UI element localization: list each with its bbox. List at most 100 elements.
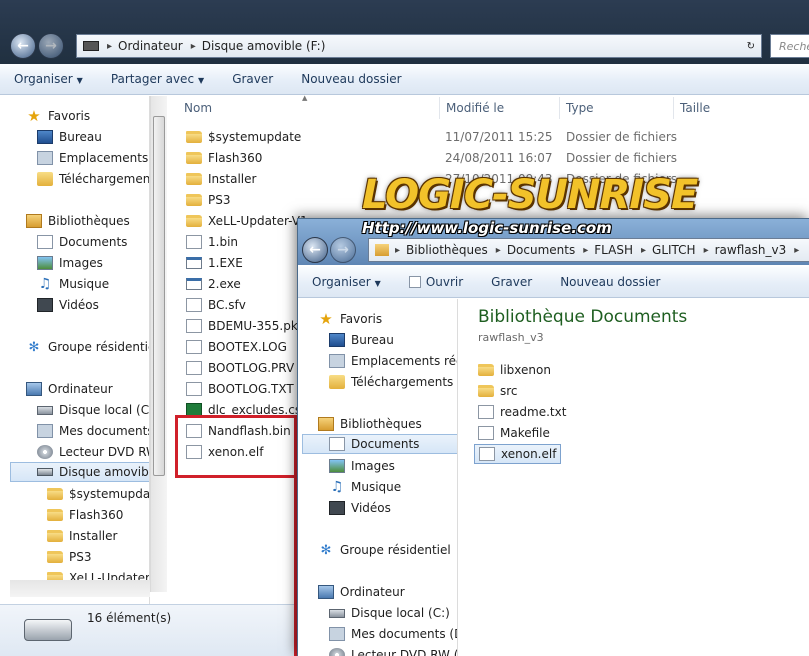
- chevron-down-icon: ▼: [198, 76, 205, 85]
- address-bar[interactable]: ▸ Ordinateur ▸ Disque amovible (F:) ↻: [76, 34, 762, 58]
- nav-videos[interactable]: Vidéos: [329, 498, 391, 518]
- nav-documents[interactable]: Documents: [37, 232, 127, 252]
- nav-music[interactable]: ♫ Musique: [37, 274, 109, 294]
- back-button[interactable]: ←: [10, 33, 36, 59]
- nav-images[interactable]: Images: [329, 456, 395, 476]
- item-count: 16 élément(s): [87, 611, 172, 625]
- file-row[interactable]: src: [478, 381, 518, 401]
- file-row[interactable]: xenon.elf: [474, 444, 562, 464]
- file-icon: [479, 447, 495, 461]
- file-name: PS3: [208, 193, 231, 207]
- nav-label: Vidéos: [351, 501, 391, 515]
- back-button[interactable]: ←: [302, 237, 328, 263]
- nav-libraries[interactable]: Bibliothèques: [26, 211, 130, 231]
- nav-documents[interactable]: Documents: [302, 434, 457, 454]
- nav-sub-folder[interactable]: PS3: [47, 547, 92, 567]
- nav-local-disk[interactable]: Disque local (C:): [329, 603, 450, 623]
- scrollbar-thumb[interactable]: [153, 116, 165, 476]
- folder-icon: [186, 131, 202, 143]
- new-folder-button[interactable]: Nouveau dossier: [287, 72, 415, 86]
- nav-computer[interactable]: Ordinateur: [26, 379, 113, 399]
- nav-desktop[interactable]: Bureau: [329, 330, 394, 350]
- file-row[interactable]: readme.txt: [478, 402, 566, 422]
- column-size[interactable]: Taille: [674, 97, 774, 119]
- file-type: Dossier de fichiers: [566, 151, 678, 165]
- column-type[interactable]: Type: [560, 97, 674, 119]
- burn-button[interactable]: Graver: [218, 72, 287, 86]
- nav-music[interactable]: ♫ Musique: [329, 477, 401, 497]
- library-icon: [318, 417, 334, 431]
- nav-my-documents[interactable]: Mes documents: [37, 421, 149, 441]
- logo-url: Http://www.logic-sunrise.com: [362, 219, 612, 237]
- nav-local-disk[interactable]: Disque local (C:): [37, 400, 149, 420]
- homegroup-icon: ✻: [320, 542, 332, 558]
- file-name: BOOTLOG.TXT: [208, 382, 294, 396]
- nav-horizontal-scrollbar[interactable]: [10, 580, 150, 597]
- nav-downloads[interactable]: Téléchargements: [329, 372, 453, 392]
- dvd-drive-icon: [37, 445, 53, 459]
- open-label: Ouvrir: [425, 275, 464, 289]
- nav-libraries[interactable]: Bibliothèques: [318, 414, 422, 434]
- nav-dvd[interactable]: Lecteur DVD RW (E:): [329, 645, 457, 656]
- nav-images[interactable]: Images: [37, 253, 103, 273]
- nav-my-documents[interactable]: Mes documents (D:): [329, 624, 457, 644]
- nav-recent[interactable]: Emplacements récents: [37, 148, 149, 168]
- nav-label: Emplacements récents: [351, 354, 457, 368]
- chevron-down-icon: ▼: [374, 279, 381, 288]
- file-row[interactable]: Makefile: [478, 423, 550, 443]
- breadcrumb-ordinateur[interactable]: Ordinateur: [114, 39, 189, 53]
- search-input[interactable]: Reche: [770, 34, 809, 58]
- file-name: BDEMU-355.pkg: [208, 319, 306, 333]
- nav-desktop[interactable]: Bureau: [37, 127, 102, 147]
- file-row[interactable]: $systemupdate 11/07/2011 15:25 Dossier de …: [186, 127, 806, 147]
- breadcrumb-glitch[interactable]: GLITCH: [648, 243, 702, 257]
- nav-homegroup[interactable]: ✻ Groupe résidentiel: [26, 337, 149, 357]
- documents-icon: [37, 235, 53, 249]
- file-name: $systemupdate: [208, 130, 302, 144]
- nav-sub-folder[interactable]: Installer: [47, 526, 117, 546]
- breadcrumb-flash[interactable]: FLASH: [590, 243, 639, 257]
- nav-scrollbar[interactable]: [150, 96, 167, 592]
- nav-label: $systemupdate: [69, 487, 150, 501]
- nav-videos[interactable]: Vidéos: [37, 295, 99, 315]
- open-icon: [408, 276, 421, 288]
- nav-recent[interactable]: Emplacements récents: [329, 351, 457, 371]
- nav-label: Documents: [351, 437, 420, 451]
- library-title: Bibliothèque Documents: [478, 307, 688, 327]
- chevron-right-icon: ▸: [703, 244, 709, 256]
- homegroup-icon: ✻: [28, 339, 40, 355]
- nav-removable-disk[interactable]: Disque amovible: [10, 462, 149, 482]
- nav-favorites[interactable]: ★ Favoris: [318, 309, 382, 329]
- forward-button[interactable]: →: [330, 237, 356, 263]
- nav-favorites[interactable]: ★ Favoris: [26, 106, 90, 126]
- column-name[interactable]: Nom: [178, 97, 440, 119]
- recent-places-icon: [37, 151, 53, 165]
- file-row[interactable]: Flash360 24/08/2011 16:07 Dossier de fichi…: [186, 148, 806, 168]
- organize-button[interactable]: Organiser ▼: [0, 72, 97, 86]
- chevron-right-icon: ▸: [794, 244, 800, 256]
- explorer-window-library: ← → ▸ Bibliothèques ▸ Documents ▸ FLASH …: [297, 218, 809, 656]
- breadcrumb-drive[interactable]: Disque amovible (F:): [198, 39, 332, 53]
- organize-button[interactable]: Organiser ▼: [298, 275, 395, 289]
- breadcrumb-rawflash[interactable]: rawflash_v3: [711, 243, 793, 257]
- nav-sub-folder[interactable]: Flash360: [47, 505, 123, 525]
- library-subtitle: rawflash_v3: [478, 331, 544, 344]
- nav-dvd[interactable]: Lecteur DVD RW: [37, 442, 149, 462]
- burn-button[interactable]: Graver: [477, 275, 546, 289]
- column-modified[interactable]: Modifié le: [440, 97, 560, 119]
- folder-icon: [47, 509, 63, 521]
- forward-button[interactable]: →: [38, 33, 64, 59]
- nav-sub-folder[interactable]: $systemupdate: [47, 484, 150, 504]
- open-button[interactable]: Ouvrir: [395, 275, 477, 289]
- refresh-icon[interactable]: ↻: [747, 41, 761, 52]
- file-icon: [186, 382, 202, 396]
- nav-label: Bureau: [59, 130, 102, 144]
- nav-label: Ordinateur: [48, 382, 113, 396]
- share-button[interactable]: Partager avec ▼: [97, 72, 218, 86]
- file-row[interactable]: libxenon: [478, 360, 551, 380]
- nav-homegroup[interactable]: ✻ Groupe résidentiel: [318, 540, 451, 560]
- new-folder-button[interactable]: Nouveau dossier: [546, 275, 674, 289]
- nav-computer[interactable]: Ordinateur: [318, 582, 405, 602]
- file-type: Dossier de fichiers: [566, 130, 678, 144]
- nav-downloads[interactable]: Téléchargements: [37, 169, 149, 189]
